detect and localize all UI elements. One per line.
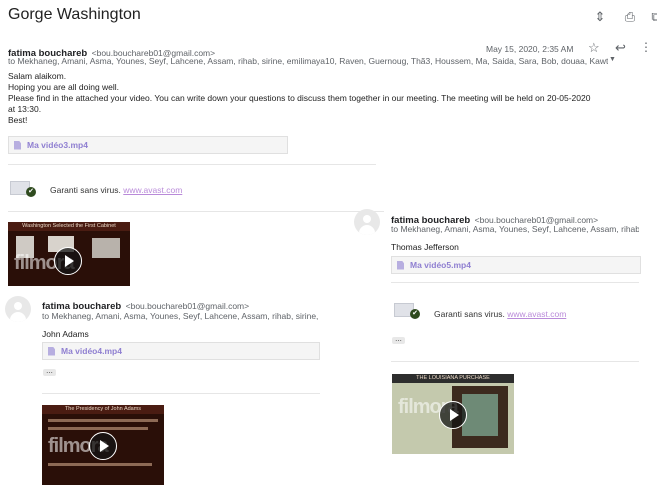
message-body: John Adams (42, 329, 89, 339)
avast-link[interactable]: www.avast.com (123, 185, 182, 195)
text-line (48, 427, 148, 430)
attachment-chip[interactable]: Ma vidéo4.mp4 (42, 342, 320, 360)
check-icon: ✔ (410, 309, 420, 319)
file-icon (48, 346, 55, 356)
text-line (48, 419, 158, 422)
avast-badge: ✔ (394, 303, 420, 319)
open-in-new-window-icon[interactable]: ⧉ (648, 9, 657, 25)
virus-text: Garanti sans virus. (50, 185, 121, 195)
recipients-line[interactable]: to Mekhaneg, Amani, Asma, Younes, Seyf, … (42, 311, 320, 321)
virus-free-note: Garanti sans virus. www.avast.com (434, 309, 566, 319)
avast-badge: ✔ (10, 181, 36, 197)
map-image (462, 394, 498, 436)
body-line: Best! (8, 115, 28, 125)
slide-title: THE LOUISIANA PURCHASE (392, 374, 514, 383)
body-line: Salam alaikom. (8, 71, 67, 81)
portrait-image (92, 238, 120, 258)
attachment-name: Ma vidéo5.mp4 (410, 260, 471, 270)
sender-email: <bou.bouchareb01@gmail.com> (125, 301, 250, 311)
file-icon (397, 260, 404, 270)
show-trimmed-content-button[interactable]: ... (43, 367, 56, 376)
video-thumbnail[interactable]: Washington Selected the First Cabinet fi… (8, 222, 130, 286)
recipients-line[interactable]: to Mekhaneg, Amani, Asma, Younes, Seyf, … (8, 56, 608, 66)
show-trimmed-content-button[interactable]: ... (392, 335, 405, 344)
attachment-name: Ma vidéo4.mp4 (61, 346, 122, 356)
message-body: Thomas Jefferson (391, 242, 459, 252)
divider (8, 164, 376, 165)
header-toolbar: ⇕ ⎙ ⧉ (592, 9, 657, 25)
star-icon[interactable]: ☆ (588, 40, 600, 56)
divider (42, 393, 320, 394)
avatar (5, 296, 31, 322)
attachment-chip[interactable]: Ma vidéo3.mp4 (8, 136, 288, 154)
chevron-down-icon[interactable]: ▼ (609, 56, 616, 63)
message-date: May 15, 2020, 2:35 AM (486, 44, 574, 54)
avast-link[interactable]: www.avast.com (507, 309, 566, 319)
check-icon: ✔ (26, 187, 36, 197)
attachment-chip[interactable]: Ma vidéo5.mp4 (391, 256, 641, 274)
expand-icon[interactable]: ⇕ (592, 9, 608, 25)
virus-free-note: Garanti sans virus. www.avast.com (50, 185, 182, 195)
divider (391, 282, 639, 283)
body-line: Please find in the attached your video. … (8, 93, 591, 103)
message-body: Salam alaikom. Hoping you are all doing … (8, 71, 653, 126)
print-icon[interactable]: ⎙ (622, 9, 638, 25)
attachment-name: Ma vidéo3.mp4 (27, 140, 88, 150)
slide-title: Washington Selected the First Cabinet (8, 222, 130, 231)
more-options-icon[interactable]: ⋮ (640, 40, 652, 54)
play-icon[interactable] (89, 432, 117, 460)
avatar (354, 209, 380, 235)
divider (391, 361, 639, 362)
email-subject: Gorge Washington (8, 6, 141, 23)
play-icon[interactable] (439, 401, 467, 429)
video-thumbnail[interactable]: THE LOUISIANA PURCHASE filmora (392, 374, 514, 454)
body-line: Hoping you are all doing well. (8, 82, 120, 92)
body-line: at 13:30. (8, 104, 42, 114)
slide-title: The Presidency of John Adams (42, 405, 164, 414)
text-line (48, 463, 152, 466)
recipients-line[interactable]: to Mekhaneg, Amani, Asma, Younes, Seyf, … (391, 224, 639, 234)
play-icon[interactable] (54, 247, 82, 275)
file-icon (14, 140, 21, 150)
divider (8, 211, 384, 212)
video-thumbnail[interactable]: The Presidency of John Adams filmora (42, 405, 164, 485)
virus-text: Garanti sans virus. (434, 309, 505, 319)
reply-icon[interactable]: ↩ (615, 40, 626, 56)
